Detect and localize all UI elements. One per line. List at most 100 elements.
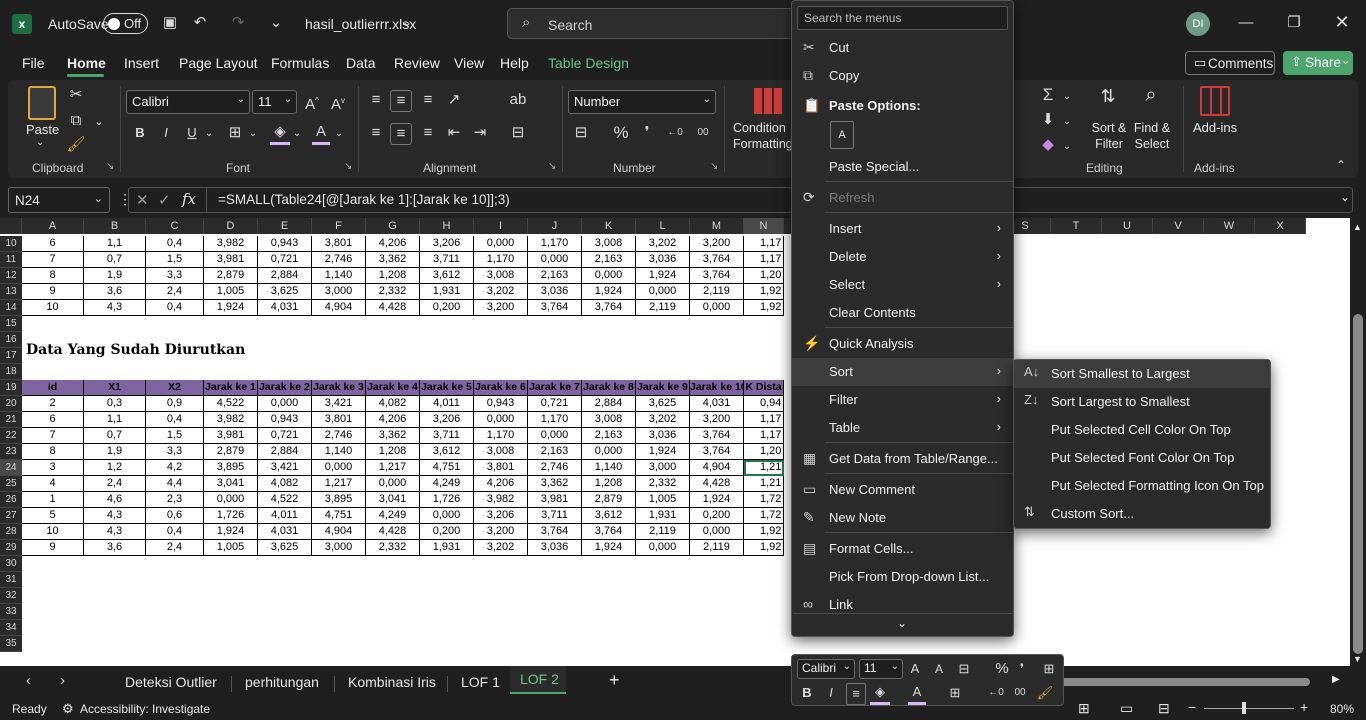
menu-item-sort[interactable]: Sort › bbox=[792, 358, 1013, 386]
mini-font-color-icon[interactable]: A bbox=[908, 682, 926, 705]
mini-bold-icon[interactable]: B bbox=[800, 683, 814, 703]
table-cell[interactable]: 3,200 bbox=[690, 236, 744, 252]
table-cell[interactable]: 3,202 bbox=[636, 236, 690, 252]
conditional-formatting-button[interactable]: Condition Formatting bbox=[733, 120, 793, 152]
autosave-toggle[interactable]: Off bbox=[103, 13, 148, 34]
wrap-text-icon[interactable]: ab bbox=[508, 90, 528, 110]
select-all-corner[interactable] bbox=[0, 218, 22, 234]
table-cell[interactable]: 1,170 bbox=[474, 252, 528, 268]
row-header[interactable]: 29 bbox=[0, 540, 22, 556]
clear-icon[interactable]: ◆ bbox=[1038, 135, 1058, 155]
table-header-cell[interactable]: Jarak ke 5 bbox=[420, 380, 474, 396]
mini-format-table-icon[interactable]: ⊞ bbox=[1040, 659, 1058, 679]
cancel-entry-icon[interactable]: ✕ bbox=[136, 191, 149, 209]
table-cell[interactable]: 3,000 bbox=[312, 284, 366, 300]
column-header[interactable]: E bbox=[258, 218, 312, 234]
table-cell[interactable]: 3,000 bbox=[636, 460, 690, 476]
table-cell[interactable]: 4,206 bbox=[366, 236, 420, 252]
table-header-cell[interactable]: K Dista bbox=[744, 380, 784, 396]
table-cell[interactable]: 1,17 bbox=[744, 252, 784, 268]
table-cell[interactable]: 3,6 bbox=[84, 284, 146, 300]
paste-icon[interactable] bbox=[28, 86, 56, 120]
row-header[interactable]: 27 bbox=[0, 508, 22, 524]
table-cell[interactable]: 2,879 bbox=[582, 492, 636, 508]
menu-item-copy[interactable]: ⧉ Copy bbox=[792, 62, 1013, 90]
tab-review[interactable]: Review bbox=[394, 55, 440, 71]
sort-item-put-selected-formatting-icon-on-top[interactable]: Put Selected Formatting Icon On Top bbox=[1014, 472, 1270, 500]
align-bottom-icon[interactable]: ≡ bbox=[418, 90, 438, 110]
increase-indent-icon[interactable]: ⇥ bbox=[470, 123, 490, 143]
table-cell[interactable]: 4 bbox=[22, 476, 84, 492]
table-cell[interactable]: 1,72 bbox=[744, 492, 784, 508]
table-cell[interactable]: 0,000 bbox=[690, 524, 744, 540]
tab-formulas[interactable]: Formulas bbox=[271, 55, 329, 71]
tab-help[interactable]: Help bbox=[500, 55, 529, 71]
row-header[interactable]: 24 bbox=[0, 460, 22, 476]
merge-center-icon[interactable]: ⊟ bbox=[508, 123, 528, 143]
table-cell[interactable]: 1,5 bbox=[146, 252, 204, 268]
row-header[interactable]: 21 bbox=[0, 412, 22, 428]
table-cell[interactable]: 1,72 bbox=[744, 508, 784, 524]
table-cell[interactable]: 0,721 bbox=[528, 396, 582, 412]
comma-style-icon[interactable]: ❜ bbox=[640, 123, 654, 143]
autosum-icon[interactable]: Σ bbox=[1038, 85, 1058, 105]
row-header[interactable]: 14 bbox=[0, 300, 22, 316]
table-cell[interactable]: 4,522 bbox=[258, 492, 312, 508]
underline-icon[interactable]: U bbox=[184, 123, 200, 143]
column-header[interactable]: V bbox=[1153, 218, 1204, 234]
increase-font-icon[interactable]: A^ bbox=[302, 91, 322, 115]
mini-increase-decimal-icon[interactable]: ←0 bbox=[986, 683, 1006, 703]
mini-accounting-icon[interactable]: ⊟ bbox=[954, 659, 974, 679]
table-cell[interactable]: 2,332 bbox=[366, 540, 420, 556]
menu-item-paste-special[interactable]: Paste Special... bbox=[792, 153, 1013, 181]
sheet-tab-kombinasi-iris[interactable]: Kombinasi Iris bbox=[348, 674, 436, 690]
table-cell[interactable]: 0,000 bbox=[582, 268, 636, 284]
name-box[interactable]: N24 ⌄ bbox=[8, 187, 110, 213]
table-cell[interactable]: 1,9 bbox=[84, 268, 146, 284]
number-launcher-icon[interactable]: ↘ bbox=[710, 161, 718, 172]
zoom-slider[interactable] bbox=[1204, 708, 1294, 709]
table-cell[interactable]: 3,625 bbox=[636, 396, 690, 412]
table-cell[interactable]: 3,982 bbox=[204, 412, 258, 428]
table-cell[interactable]: 4,206 bbox=[474, 476, 528, 492]
tab-data[interactable]: Data bbox=[346, 55, 376, 71]
table-cell[interactable]: 0,4 bbox=[146, 236, 204, 252]
row-header[interactable]: 11 bbox=[0, 252, 22, 268]
table-cell[interactable]: 0,943 bbox=[258, 236, 312, 252]
zoom-out-icon[interactable]: − bbox=[1188, 699, 1196, 715]
table-header-cell[interactable]: Jarak ke 3 bbox=[312, 380, 366, 396]
table-cell[interactable]: 0,200 bbox=[420, 524, 474, 540]
menu-search-input[interactable]: Search the menus bbox=[797, 6, 1008, 30]
mini-format-painter-icon[interactable]: 🖌 bbox=[1036, 683, 1054, 703]
table-cell[interactable]: 2,879 bbox=[204, 444, 258, 460]
table-cell[interactable]: 1,924 bbox=[690, 492, 744, 508]
sort-item-put-selected-cell-color-on-top[interactable]: Put Selected Cell Color On Top bbox=[1014, 416, 1270, 444]
zoom-in-icon[interactable]: + bbox=[1300, 699, 1308, 715]
table-cell[interactable]: 2,163 bbox=[582, 428, 636, 444]
table-cell[interactable]: 3,000 bbox=[312, 540, 366, 556]
tab-view[interactable]: View bbox=[454, 55, 484, 71]
sheet-tab-lof-1[interactable]: LOF 1 bbox=[461, 674, 500, 690]
column-header[interactable]: G bbox=[366, 218, 420, 234]
tab-table-design[interactable]: Table Design bbox=[548, 55, 629, 71]
decrease-indent-icon[interactable]: ⇤ bbox=[444, 123, 464, 143]
sheet-tab-deteksi-outlier[interactable]: Deteksi Outlier bbox=[125, 674, 217, 690]
bold-icon[interactable]: B bbox=[132, 123, 148, 143]
font-launcher-icon[interactable]: ↘ bbox=[344, 161, 352, 172]
mini-italic-icon[interactable]: I bbox=[824, 683, 838, 703]
sheet-tab-lof-2[interactable]: LOF 2 bbox=[520, 671, 559, 687]
percent-icon[interactable]: % bbox=[612, 123, 630, 143]
column-header[interactable]: N bbox=[744, 218, 784, 234]
add-ins-icon[interactable] bbox=[1200, 86, 1230, 116]
table-cell[interactable]: 2,163 bbox=[582, 252, 636, 268]
font-color-icon[interactable]: A bbox=[312, 122, 330, 145]
table-cell[interactable]: 0,7 bbox=[84, 252, 146, 268]
table-cell[interactable]: 1,005 bbox=[636, 492, 690, 508]
table-cell[interactable]: 1,21 bbox=[744, 476, 784, 492]
table-cell[interactable]: 3 bbox=[22, 460, 84, 476]
table-cell[interactable]: 3,711 bbox=[420, 428, 474, 444]
table-cell[interactable]: 3,612 bbox=[420, 444, 474, 460]
accounting-format-icon[interactable]: ⊟ bbox=[570, 123, 592, 143]
table-header-cell[interactable]: Jarak ke 2 bbox=[258, 380, 312, 396]
table-cell[interactable]: 4,751 bbox=[312, 508, 366, 524]
